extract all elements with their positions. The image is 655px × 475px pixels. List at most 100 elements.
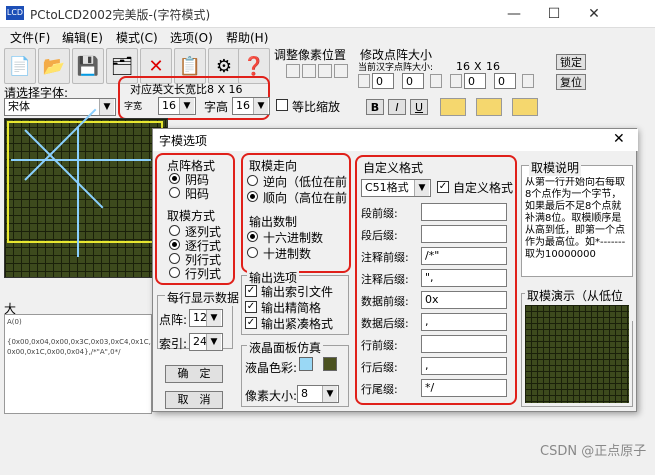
ok-button[interactable]: 确 定 [165,365,223,383]
description-text: 从第一行开始向右每取8个点作为一个字节，如果最后不足8个点就补满8位。取模顺序是… [525,177,626,260]
dec-height-icon[interactable] [450,74,462,88]
custom-format-checkbox[interactable]: ✓ [437,181,449,193]
flip-horizontal-icon[interactable] [476,98,502,116]
pixel-size-select[interactable]: 8 [297,385,339,403]
custom-row-field[interactable]: , [421,313,507,331]
custom-row-field[interactable] [421,335,507,353]
font-options-dialog: 字模选项 ✕ 点阵格式 阴码 阳码 取模方式 逐列式 逐行式 列行式 行列式 每… [152,128,638,412]
radio-decimal[interactable] [247,247,258,258]
radio-decimal-label: 十进制数 [263,247,312,261]
custom-row-field[interactable] [421,225,507,243]
spin-height-2[interactable]: 0 [494,73,516,89]
radio-row-column[interactable] [169,267,180,278]
lcd-color-bg-swatch[interactable] [323,357,337,371]
radio-reverse[interactable] [247,175,258,186]
lock-button[interactable]: 锁定 [556,54,586,70]
checkbox-compact[interactable]: ✓ [245,301,257,313]
radio-column[interactable] [169,225,180,236]
size-height: 16 [486,60,500,73]
current-size-label: 当前汉字点阵大小: [358,63,434,73]
shift-left-icon[interactable] [318,64,332,78]
size-x: X [474,60,482,73]
checkbox-dense[interactable]: ✓ [245,317,257,329]
custom-row-label: 注释后缀: [361,273,409,286]
underline-button[interactable]: U [410,99,428,115]
dialog-close-icon[interactable]: ✕ [613,131,625,147]
format-select[interactable]: C51格式 [361,179,431,197]
width-select[interactable]: 16 [158,97,196,115]
big-label: 大 [4,302,17,316]
radio-negative[interactable] [169,173,180,184]
custom-row-label: 数据前缀: [361,295,409,308]
menu-edit[interactable]: 编辑(E) [62,29,103,46]
checkbox-index-file[interactable]: ✓ [245,285,257,297]
custom-row-field[interactable]: ", [421,269,507,287]
custom-row-label: 数据后缀: [361,317,409,330]
rotate-icon[interactable] [440,98,466,116]
radio-positive-label: 阳码 [185,187,210,201]
selection-frame [7,121,163,243]
radio-hex[interactable] [247,231,258,242]
menu-file[interactable]: 文件(F) [10,29,50,46]
lcd-sim-title: 液晶面板仿真 [247,339,324,356]
menu-mode[interactable]: 模式(C) [116,29,158,46]
radio-reverse-label: 逆向（低位在前 [263,175,348,189]
shift-up-icon[interactable] [286,64,300,78]
lcd-editor-grid[interactable] [4,108,168,278]
minimize-button[interactable]: — [500,4,528,24]
new-file-icon[interactable]: 📄 [4,48,36,84]
custom-row-label: 行后缀: [361,361,398,374]
shift-right-icon[interactable] [334,64,348,78]
flip-vertical-icon[interactable] [512,98,538,116]
maximize-button[interactable]: ☐ [540,4,568,24]
radio-row[interactable] [169,239,180,250]
proportional-checkbox[interactable] [276,99,288,111]
custom-row-label: 注释前缀: [361,251,409,264]
save-icon[interactable]: 💾 [72,48,104,84]
inc-width-icon[interactable] [430,74,442,88]
custom-row-label: 段前缀: [361,207,398,220]
reset-button[interactable]: 复位 [556,74,586,90]
italic-button[interactable]: I [388,99,406,115]
custom-format-check-label: 自定义格式 [453,181,514,195]
inc-height-icon[interactable] [522,74,534,88]
custom-row-field[interactable] [421,203,507,221]
custom-row-field[interactable]: 0x [421,291,507,309]
cancel-button[interactable]: 取 消 [165,391,223,409]
menu-help[interactable]: 帮助(H) [226,29,268,46]
dot-count-select[interactable]: 12 [189,309,223,327]
per-line-title: 每行显示数据 [165,289,242,306]
menu-options[interactable]: 选项(O) [170,29,213,46]
spin-height-1[interactable]: 0 [464,73,486,89]
custom-format-title: 自定义格式 [361,159,426,176]
radio-column-row[interactable] [169,253,180,264]
custom-row-field[interactable]: , [421,357,507,375]
custom-row-field[interactable]: /*" [421,247,507,265]
checkbox-dense-label: 输出紧凑格式 [261,317,334,331]
close-button[interactable]: ✕ [580,4,608,24]
font-select[interactable]: 宋体 [4,98,116,116]
index-count-select[interactable]: 24 [189,333,223,351]
dialog-title: 字模选项 [159,134,208,148]
glyph-stroke-horizontal [11,159,151,161]
shift-down-icon[interactable] [302,64,316,78]
open-folder-icon[interactable]: 📂 [38,48,70,84]
lcd-color-label: 液晶色彩: [245,361,298,375]
adjust-pixel-label: 调整像素位置 [274,48,347,62]
custom-row-label: 行前缀: [361,339,398,352]
bold-button[interactable]: B [366,99,384,115]
dec-width-icon[interactable] [358,74,370,88]
output-area[interactable]: A(0) {0x00,0x04,0x00,0x3C,0x03,0xC4,0x1C… [4,314,152,414]
custom-row-field[interactable]: */ [421,379,507,397]
radio-forward[interactable] [247,191,258,202]
watermark: CSDN @正点原子 [540,444,647,459]
demo-grid [525,305,629,403]
height-select[interactable]: 16 [232,97,270,115]
spin-width-1[interactable]: 0 [372,73,394,89]
mode-title: 取模方式 [165,207,218,224]
radio-positive[interactable] [169,187,180,198]
lcd-color-fg-swatch[interactable] [299,357,313,371]
checkbox-index-file-label: 输出索引文件 [261,285,334,299]
spin-width-2[interactable]: 0 [402,73,424,89]
dialog-title-bar: 字模选项 ✕ [153,129,638,151]
